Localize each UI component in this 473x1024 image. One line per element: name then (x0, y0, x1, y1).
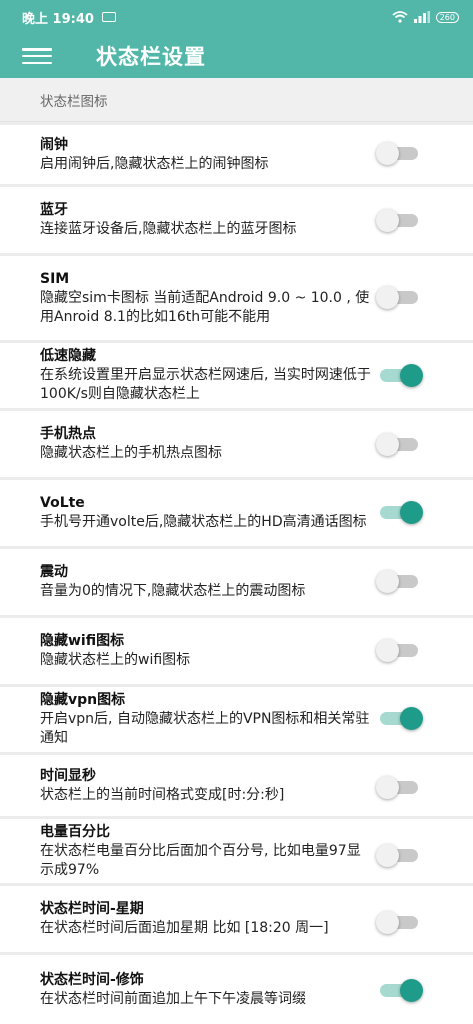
low-speed-hide-toggle[interactable] (380, 364, 423, 387)
hamburger-menu-icon[interactable] (22, 45, 52, 67)
app-bar: 状态栏设置 (0, 34, 473, 78)
setting-title: 状态栏时间-星期 (40, 901, 144, 917)
bluetooth-toggle[interactable] (376, 209, 418, 232)
setting-description: 音量为0的情况下,隐藏状态栏上的震动图标 (40, 583, 306, 599)
sim-toggle[interactable] (376, 286, 418, 309)
page-title: 状态栏设置 (96, 45, 206, 69)
setting-description: 在状态栏时间后面追加星期 比如 [18:20 周一] (40, 920, 329, 936)
setting-title: 隐藏wifi图标 (40, 633, 125, 649)
status-time: 晚上 19:40 (22, 11, 94, 27)
setting-title: 隐藏vpn图标 (40, 692, 126, 708)
setting-title: 蓝牙 (40, 202, 68, 218)
volte-toggle[interactable] (380, 501, 423, 524)
alarm-toggle[interactable] (376, 142, 418, 165)
system-status-bar: 晚上 19:40 260 (0, 0, 473, 34)
setting-description: 开启vpn后, 自动隐藏状态栏上的VPN图标和相关常驻通知 (40, 711, 370, 746)
setting-description: 在状态栏电量百分比后面加个百分号, 比如电量97显示成97% (40, 842, 361, 878)
hotspot-toggle[interactable] (376, 433, 418, 456)
message-icon (101, 12, 116, 22)
setting-description: 状态栏上的当前时间格式变成[时:分:秒] (40, 786, 285, 803)
battery-icon: 260 (435, 11, 459, 23)
setting-description: 隐藏状态栏上的wifi图标 (40, 652, 191, 668)
setting-title: 电量百分比 (40, 823, 110, 840)
setting-description: 隐藏空sim卡图标 当前适配Android 9.0 ~ 10.0 , 使用Anr… (40, 289, 370, 325)
setting-title: 状态栏时间-修饰 (40, 971, 144, 988)
show-seconds-toggle[interactable] (376, 776, 418, 799)
signal-icon (413, 11, 430, 23)
setting-description: 手机号开通volte后,隐藏状态栏上的HD高清通话图标 (40, 514, 367, 530)
setting-title: SIM (40, 270, 70, 287)
time-weekday-toggle[interactable] (376, 911, 418, 934)
setting-title: VoLte (40, 495, 85, 511)
hide-vpn-toggle[interactable] (380, 707, 423, 730)
setting-description: 启用闹钟后,隐藏状态栏上的闹钟图标 (40, 155, 269, 172)
setting-description: 隐藏状态栏上的手机热点图标 (40, 445, 222, 461)
setting-description: 在状态栏时间前面追加上午下午凌晨等词缀 (40, 990, 306, 1007)
setting-title: 震动 (40, 564, 68, 580)
settings-list[interactable]: 状态栏图标 闹钟 启用闹钟后,隐藏状态栏上的闹钟图标 蓝牙 连接蓝牙设备后,隐藏… (0, 78, 473, 1024)
setting-title: 闹钟 (40, 136, 68, 153)
wifi-icon (392, 11, 408, 23)
vibrate-toggle[interactable] (376, 570, 418, 593)
setting-title: 手机热点 (40, 426, 96, 442)
hide-wifi-toggle[interactable] (376, 639, 418, 662)
time-prefix-toggle[interactable] (380, 979, 423, 1002)
status-icons: 260 (392, 11, 459, 23)
setting-title: 时间显秒 (40, 767, 96, 784)
section-header: 状态栏图标 (0, 78, 473, 122)
setting-title: 低速隐藏 (40, 348, 96, 364)
battery-percent-toggle[interactable] (376, 844, 418, 867)
setting-description: 连接蓝牙设备后,隐藏状态栏上的蓝牙图标 (40, 221, 297, 237)
setting-description: 在系统设置里开启显示状态栏网速后, 当实时网速低于100K/s则自隐藏状态栏上 (40, 367, 371, 402)
